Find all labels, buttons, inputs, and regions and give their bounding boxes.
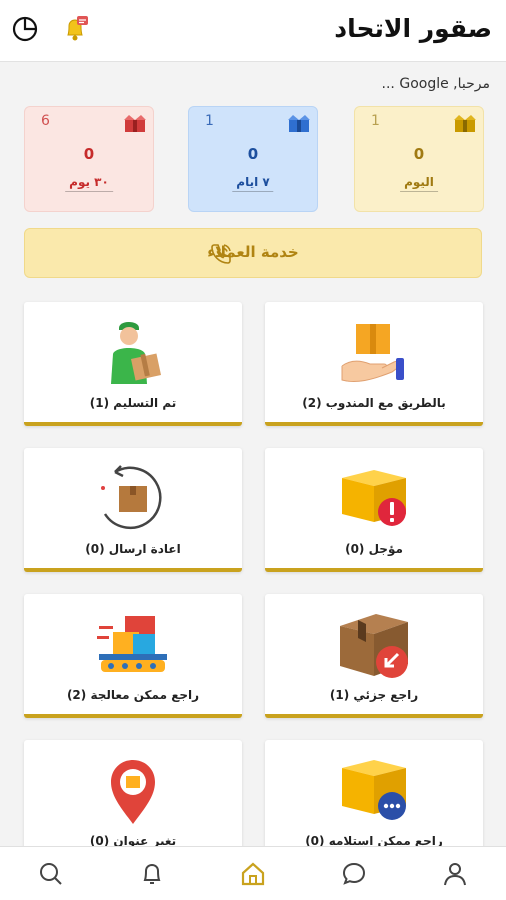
card-processable-return[interactable]: راجع ممكن معالجة (2) xyxy=(24,594,242,718)
customer-service-button[interactable]: خدمة العملاء xyxy=(24,228,482,278)
postponed-box-icon xyxy=(342,470,406,526)
stat-value: 0 xyxy=(247,145,259,163)
search-icon[interactable] xyxy=(38,861,64,887)
stat-month[interactable]: 6 0 ٣٠ يوم xyxy=(24,106,154,212)
box-icon xyxy=(124,115,146,132)
card-label: راجع جزئي (1) xyxy=(329,688,419,702)
card-label: تم التسليم (1) xyxy=(89,396,177,410)
stat-value: 0 xyxy=(83,145,95,163)
stat-label: ٧ ايام xyxy=(232,173,274,192)
location-pin-icon xyxy=(111,760,155,824)
card-label: اعادة ارسال (0) xyxy=(85,542,181,556)
stat-value: 0 xyxy=(413,145,425,163)
card-label: بالطريق مع المندوب (2) xyxy=(302,396,446,410)
app-title: صقور الاتحاد xyxy=(334,14,492,43)
card-postponed[interactable]: مؤجل (0) xyxy=(265,448,483,572)
hand-box-icon xyxy=(341,324,404,383)
card-with-courier[interactable]: بالطريق مع المندوب (2) xyxy=(265,302,483,426)
card-label: مؤجل (0) xyxy=(345,542,403,556)
resend-box-icon xyxy=(101,465,162,530)
chat-icon[interactable] xyxy=(341,861,367,887)
bottom-nav xyxy=(0,846,506,900)
user-icon[interactable] xyxy=(442,861,468,887)
notification-bell-icon[interactable] xyxy=(60,14,90,44)
delivery-man-icon xyxy=(111,322,162,384)
phone-icon xyxy=(211,244,231,264)
stat-today[interactable]: 1 0 اليوم xyxy=(354,106,484,212)
card-label: راجع ممكن معالجة (2) xyxy=(66,688,200,702)
customer-service-label: خدمة العملاء xyxy=(207,243,299,261)
box-chat-icon xyxy=(342,760,406,820)
conveyor-icon xyxy=(97,616,167,672)
card-resend[interactable]: اعادة ارسال (0) xyxy=(24,448,242,572)
greeting-text: مرحبا, Google ... xyxy=(381,76,490,92)
top-bar: صقور الاتحاد xyxy=(0,0,506,62)
card-delivered[interactable]: تم التسليم (1) xyxy=(24,302,242,426)
stat-count: 6 xyxy=(41,113,50,129)
pie-chart-icon[interactable] xyxy=(10,14,40,44)
stat-count: 1 xyxy=(371,113,380,129)
home-icon[interactable] xyxy=(240,861,266,887)
stat-week[interactable]: 1 0 ٧ ايام xyxy=(188,106,318,212)
box-icon xyxy=(288,115,310,132)
partial-return-icon xyxy=(340,614,408,678)
stat-count: 1 xyxy=(205,113,214,129)
card-partial-return[interactable]: راجع جزئي (1) xyxy=(265,594,483,718)
bell-icon[interactable] xyxy=(139,861,165,887)
box-icon xyxy=(454,115,476,132)
stat-label: اليوم xyxy=(400,173,438,192)
stat-label: ٣٠ يوم xyxy=(65,173,113,192)
